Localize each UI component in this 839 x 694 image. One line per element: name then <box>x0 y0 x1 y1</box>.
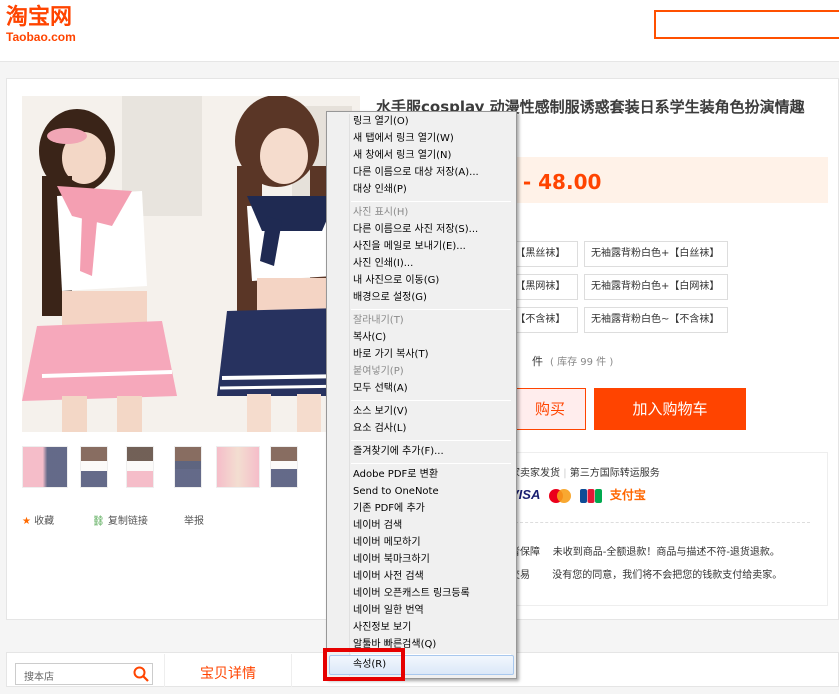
menu-set-as-background[interactable]: 배경으로 설정(G) <box>353 290 427 306</box>
mastercard-logo-icon <box>549 488 572 503</box>
logo-english-text: Taobao.com <box>6 30 76 44</box>
report-action[interactable]: 举报 <box>184 512 204 527</box>
product-photo-illustration <box>22 96 360 432</box>
menu-view-source[interactable]: 소스 보기(V) <box>353 404 408 420</box>
menu-separator <box>351 440 511 441</box>
menu-save-target-as[interactable]: 다른 이름으로 대상 저장(A)... <box>353 165 479 181</box>
menu-add-to-favorites[interactable]: 즐겨찾기에 추가(F)... <box>353 444 444 460</box>
separator: | <box>563 468 567 479</box>
menu-separator <box>351 309 511 310</box>
consumer-guarantee: 者保障 未收到商品-全额退款！商品与描述不符-退货退款。 <box>510 543 780 558</box>
menu-append-to-pdf[interactable]: 기존 PDF에 추가 <box>353 501 425 517</box>
copy-link-label: 复制链接 <box>107 516 148 527</box>
thumbnail-4[interactable] <box>174 446 202 488</box>
thumbnail-3[interactable] <box>126 446 154 488</box>
menu-picture-info[interactable]: 사진정보 보기 <box>353 620 411 636</box>
menu-print-picture[interactable]: 사진 인쇄(I)... <box>353 256 413 272</box>
sku-option-6[interactable]: 无袖露背粉白色~【不含袜】 <box>584 307 728 333</box>
menu-naver-search[interactable]: 네이버 검색 <box>353 518 402 534</box>
sku-option-4[interactable]: 无袖露背粉白色+【白网袜】 <box>584 274 728 300</box>
menu-copy[interactable]: 복사(C) <box>353 330 386 346</box>
favorite-action[interactable]: ★ 收藏 <box>22 512 54 527</box>
tab-product-details[interactable]: 宝贝详情 <box>164 654 292 687</box>
copy-link-action[interactable]: ⛓ 复制链接 <box>92 512 148 527</box>
menu-save-picture-as[interactable]: 다른 이름으로 사진 저장(S)... <box>353 222 478 238</box>
menu-separator <box>351 201 511 202</box>
menu-naver-translate[interactable]: 네이버 일한 번역 <box>353 603 424 619</box>
menu-send-to-onenote[interactable]: Send to OneNote <box>353 484 439 500</box>
star-icon: ★ <box>22 516 31 527</box>
menu-naver-opencast[interactable]: 네이버 오픈캐스트 링크등록 <box>353 586 470 602</box>
trade-text: 没有您的同意，我们将不会把您的钱款支付给卖家。 <box>552 570 783 581</box>
secure-trade: 交易 没有您的同意，我们将不会把您的钱款支付给卖家。 <box>510 566 782 581</box>
add-to-cart-button[interactable]: 加入购物车 <box>594 388 746 430</box>
context-menu: 링크 열기(O) 새 탭에서 링크 열기(W) 새 창에서 링크 열기(N) 다… <box>326 111 517 679</box>
product-main-image[interactable] <box>22 96 360 432</box>
shop-search-input[interactable]: 搜本店 <box>15 663 153 685</box>
jcb-logo-icon <box>580 488 602 503</box>
shop-search-placeholder: 搜本店 <box>24 672 54 683</box>
menu-separator <box>351 463 511 464</box>
site-header: 淘宝网 Taobao.com <box>0 0 839 62</box>
menu-naver-bookmark[interactable]: 네이버 북마크하기 <box>353 552 430 568</box>
service-divider <box>510 522 810 523</box>
search-icon[interactable] <box>132 665 150 683</box>
thumbnail-2[interactable] <box>80 446 108 488</box>
shipping-info: 家卖家发货 | 第三方国际转运服务 <box>510 464 660 479</box>
shipping-transfer-text[interactable]: 第三方国际转运服务 <box>570 468 660 479</box>
menu-separator <box>351 400 511 401</box>
taobao-logo[interactable]: 淘宝网 Taobao.com <box>6 6 96 46</box>
menu-inspect-element[interactable]: 요소 검사(L) <box>353 421 406 437</box>
product-actions: ★ 收藏 ⛓ 复制链接 举报 <box>22 512 322 528</box>
menu-show-picture: 사진 표시(H) <box>353 207 409 218</box>
menu-convert-to-adobe-pdf[interactable]: Adobe PDF로 변환 <box>353 467 438 483</box>
menu-open-link-new-window[interactable]: 새 창에서 링크 열기(N) <box>353 148 451 164</box>
thumbnail-6[interactable] <box>270 446 298 488</box>
highlight-annotation-box <box>323 648 405 681</box>
menu-copy-shortcut[interactable]: 바로 가기 복사(T) <box>353 347 428 363</box>
menu-open-link[interactable]: 링크 열기(O) <box>353 114 409 130</box>
menu-paste: 붙여넣기(P) <box>353 366 404 377</box>
favorite-label: 收藏 <box>34 516 55 527</box>
thumbnail-1[interactable] <box>22 446 68 488</box>
alipay-logo-icon: 支付宝 <box>609 488 646 502</box>
menu-open-link-new-tab[interactable]: 새 탭에서 링크 열기(W) <box>353 131 454 147</box>
menu-naver-dictionary[interactable]: 네이버 사전 검색 <box>353 569 424 585</box>
product-thumbnails <box>22 446 352 490</box>
context-menu-gutter <box>349 114 350 676</box>
logo-chinese-text: 淘宝网 <box>6 5 73 30</box>
link-icon: ⛓ <box>92 516 105 527</box>
thumbnail-5[interactable] <box>216 446 260 488</box>
menu-cut: 잘라내기(T) <box>353 315 404 326</box>
menu-email-picture[interactable]: 사진을 메일로 보내기(E)... <box>353 239 466 255</box>
site-search-input[interactable] <box>654 10 839 39</box>
shipping-seller-text: 家卖家发货 <box>510 468 560 479</box>
menu-naver-memo[interactable]: 네이버 메모하기 <box>353 535 421 551</box>
menu-print-target[interactable]: 대상 인쇄(P) <box>353 182 407 198</box>
quantity-unit: 件 <box>532 355 543 368</box>
menu-select-all[interactable]: 모두 선택(A) <box>353 381 408 397</box>
stock-count: ( 库存 99 件 ) <box>550 357 614 368</box>
payment-logos: VISA 支付宝 <box>510 486 646 506</box>
menu-go-to-my-pictures[interactable]: 내 사진으로 이동(G) <box>353 273 439 289</box>
sku-option-2[interactable]: 无袖露背粉白色+【白丝袜】 <box>584 241 728 267</box>
guarantee-text: 未收到商品-全额退款！商品与描述不符-退货退款。 <box>552 547 780 558</box>
